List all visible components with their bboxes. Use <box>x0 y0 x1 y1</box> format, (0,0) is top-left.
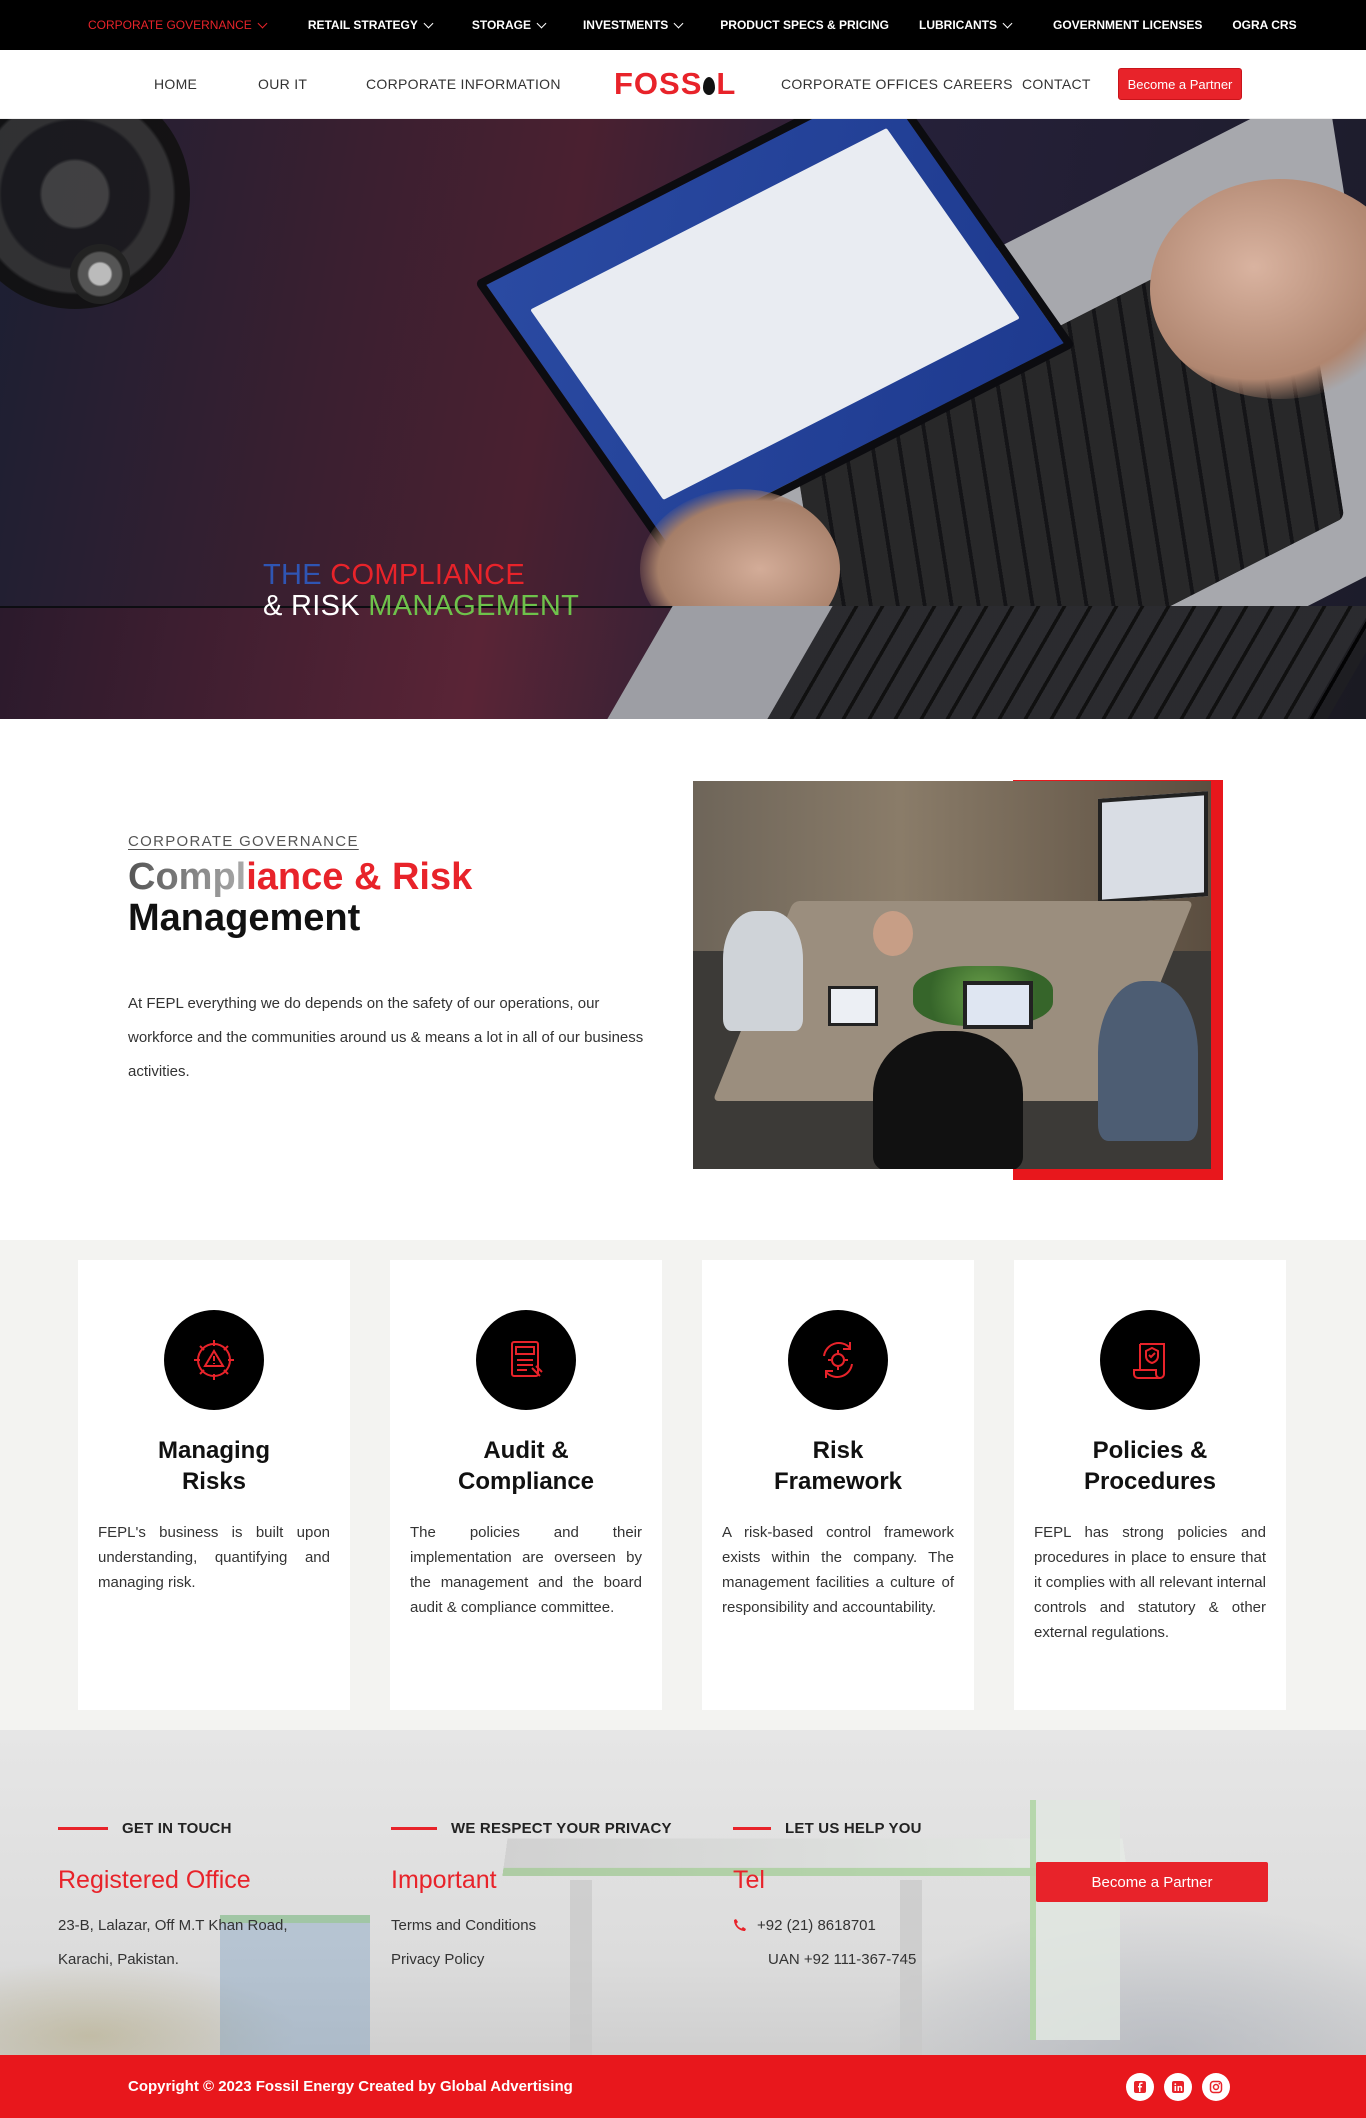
terms-link[interactable]: Terms and Conditions <box>391 1909 672 1943</box>
fossil-logo[interactable]: FOSS L <box>614 66 736 102</box>
chevron-down-icon <box>536 18 547 28</box>
meeting-photo <box>693 781 1211 1169</box>
card-audit-compliance: Audit & Compliance The policies and thei… <box>390 1260 662 1710</box>
chevron-down-icon <box>257 18 268 28</box>
station-sign-image <box>1030 1800 1120 2040</box>
footer: GET IN TOUCH Registered Office 23-B, Lal… <box>0 1730 1366 2055</box>
nav-careers[interactable]: CAREERS <box>943 76 1013 92</box>
hero-banner: THE COMPLIANCE & RISK MANAGEMENT <box>0 119 1366 719</box>
menu-lubricants[interactable]: LUBRICANTS <box>919 18 1013 32</box>
section-paragraph: At FEPL everything we do depends on the … <box>128 995 644 1080</box>
phone-icon <box>733 1911 747 1931</box>
footer-col-contact: GET IN TOUCH Registered Office 23-B, Lal… <box>58 1820 288 1968</box>
privacy-link[interactable]: Privacy Policy <box>391 1943 672 1977</box>
warning-gear-icon <box>164 1310 264 1410</box>
section-eyebrow: CORPORATE GOVERNANCE <box>128 833 359 850</box>
card-risk-framework: Risk Framework A risk-based control fram… <box>702 1260 974 1710</box>
nav-home[interactable]: HOME <box>154 76 197 92</box>
menu-retail-strategy[interactable]: RETAIL STRATEGY <box>308 18 434 32</box>
hero-bolt-image <box>70 244 130 304</box>
hero-title: THE COMPLIANCE & RISK MANAGEMENT <box>263 559 580 622</box>
section-title: Compliance & Risk Management <box>128 856 473 939</box>
menu-corporate-governance[interactable]: CORPORATE GOVERNANCE <box>88 18 268 32</box>
copyright-bar: Copyright © 2023 Fossil Energy Created b… <box>0 2055 1366 2118</box>
card-managing-risks: Managing Risks FEPL's business is built … <box>78 1260 350 1710</box>
footer-col-privacy: WE RESPECT YOUR PRIVACY Important Terms … <box>391 1820 672 1977</box>
menu-storage[interactable]: STORAGE <box>472 18 547 32</box>
footer-become-partner-button[interactable]: Become a Partner <box>1036 1862 1268 1902</box>
menu-ogra-crs[interactable]: OGRA CRS <box>1232 18 1296 32</box>
facebook-icon[interactable] <box>1126 2073 1154 2101</box>
risk-cycle-icon <box>788 1310 888 1410</box>
oil-drop-icon <box>703 77 716 95</box>
nav-corporate-offices[interactable]: CORPORATE OFFICES <box>781 76 938 92</box>
card-policies-procedures: Policies & Procedures FEPL has strong po… <box>1014 1260 1286 1710</box>
top-menu-bar: CORPORATE GOVERNANCE RETAIL STRATEGY STO… <box>0 0 1366 50</box>
footer-col-help: LET US HELP YOU Tel +92 (21) 8618701 UAN… <box>733 1820 922 1968</box>
hero-strip-keyboard <box>767 606 1366 719</box>
chevron-down-icon <box>1002 18 1013 28</box>
chevron-down-icon <box>423 18 434 28</box>
nav-contact[interactable]: CONTACT <box>1022 76 1091 92</box>
linkedin-icon[interactable] <box>1164 2073 1192 2101</box>
become-partner-button[interactable]: Become a Partner <box>1118 68 1242 100</box>
instagram-icon[interactable] <box>1202 2073 1230 2101</box>
menu-government-licenses[interactable]: GOVERNMENT LICENSES <box>1053 18 1202 32</box>
audit-icon <box>476 1310 576 1410</box>
policy-scroll-icon <box>1100 1310 1200 1410</box>
copyright-text: Copyright © 2023 Fossil Energy Created b… <box>128 2078 573 2095</box>
menu-product-specs[interactable]: PRODUCT SPECS & PRICING <box>720 18 889 32</box>
chevron-down-icon <box>673 18 684 28</box>
nav-our-it[interactable]: OUR IT <box>258 76 307 92</box>
tel-link[interactable]: +92 (21) 8618701 <box>757 1917 876 1934</box>
menu-investments[interactable]: INVESTMENTS <box>583 18 684 32</box>
nav-corporate-information[interactable]: CORPORATE INFORMATION <box>366 76 561 92</box>
